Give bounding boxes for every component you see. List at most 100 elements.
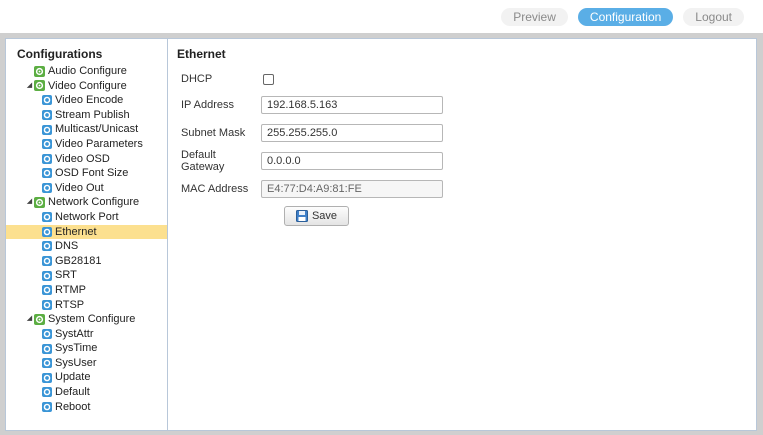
top-nav: Preview Configuration Logout (501, 8, 744, 26)
tree-item-ethernet[interactable]: Ethernet (6, 224, 167, 240)
save-button-label: Save (311, 210, 338, 222)
gateway-row: Default Gateway (181, 149, 443, 173)
subnet-mask-input[interactable] (261, 124, 443, 142)
tree-item-label: RTMP (55, 283, 86, 296)
tree-group-system-configure[interactable]: ◢ System Configure (6, 312, 167, 327)
main-frame: Configurations Audio Configure ◢ Video Con… (0, 33, 763, 435)
dhcp-label: DHCP (181, 73, 213, 85)
settings-icon (42, 358, 52, 369)
tree-item-systime[interactable]: SysTime (6, 341, 167, 356)
tree-item-label: GB28181 (55, 254, 102, 267)
nav-logout-button[interactable]: Logout (683, 8, 744, 26)
sidebar: Configurations Audio Configure ◢ Video Con… (6, 39, 168, 430)
tree-item-stream-publish[interactable]: Stream Publish (6, 108, 167, 123)
nav-configuration-button[interactable]: Configuration (577, 8, 674, 26)
tree-item-label: SysTime (55, 342, 98, 355)
tree-item-label: Update (55, 371, 91, 384)
settings-icon (42, 285, 52, 296)
settings-icon (42, 183, 52, 194)
tree-item-dns[interactable]: DNS (6, 239, 167, 254)
settings-icon (42, 256, 52, 267)
tree-item-label: SystAttr (55, 327, 94, 340)
ethernet-panel: Ethernet DHCP IP Address Subnet Mask Def… (169, 39, 756, 430)
tree-item-systattr[interactable]: SystAttr (6, 327, 167, 342)
tree-item-label: Default (55, 386, 90, 399)
gear-icon (34, 313, 45, 325)
tree-item-label: Network Port (55, 210, 119, 223)
settings-icon (42, 343, 52, 354)
gear-icon (34, 65, 45, 77)
tree-item-sysuser[interactable]: SysUser (6, 356, 167, 371)
tree-item-srt[interactable]: SRT (6, 268, 167, 283)
tree-group-audio-configure[interactable]: Audio Configure (6, 64, 167, 79)
config-tree: Audio Configure ◢ Video Configure Video Enc… (6, 64, 167, 414)
tree-item-rtsp[interactable]: RTSP (6, 298, 167, 313)
sidebar-title: Configurations (17, 47, 103, 61)
default-gateway-label: Default Gateway (181, 149, 225, 173)
mac-address-label: MAC Address (181, 183, 249, 195)
floppy-disk-icon (295, 210, 308, 222)
settings-icon (42, 270, 52, 281)
expand-arrow-icon[interactable]: ◢ (26, 312, 33, 327)
tree-group-video-configure[interactable]: ◢ Video Configure (6, 79, 167, 94)
ip-address-input[interactable] (261, 96, 443, 114)
settings-icon (42, 401, 52, 412)
settings-icon (42, 168, 52, 179)
settings-icon (42, 124, 52, 135)
tree-item-label: Ethernet (55, 225, 97, 238)
settings-icon (42, 139, 52, 150)
tree-item-video-out[interactable]: Video Out (6, 181, 167, 196)
tree-item-label: Video Out (55, 181, 104, 194)
settings-icon (42, 387, 52, 398)
expand-arrow-icon[interactable]: ◢ (26, 79, 33, 94)
tree-group-label: Video Configure (48, 79, 127, 92)
top-bar: Preview Configuration Logout (0, 0, 763, 33)
tree-item-reboot[interactable]: Reboot (6, 400, 167, 415)
settings-icon (42, 372, 52, 383)
tree-item-label: SysUser (55, 356, 97, 369)
tree-item-default[interactable]: Default (6, 385, 167, 400)
tree-group-label: Network Configure (48, 196, 140, 209)
expand-arrow-icon[interactable]: ◢ (26, 195, 33, 210)
tree-group-network-configure[interactable]: ◢ Network Configure (6, 195, 167, 210)
dhcp-row: DHCP (181, 69, 274, 89)
ip-row: IP Address (181, 95, 443, 115)
section-title: Ethernet (177, 47, 226, 61)
settings-icon (42, 328, 52, 339)
tree-item-update[interactable]: Update (6, 370, 167, 385)
tree-item-gb28181[interactable]: GB28181 (6, 254, 167, 269)
settings-icon (42, 110, 52, 121)
settings-icon (42, 212, 52, 223)
tree-item-label: Video Encode (55, 94, 124, 107)
tree-item-label: Video Parameters (55, 137, 143, 150)
nav-preview-button[interactable]: Preview (501, 8, 568, 26)
mac-row: MAC Address (181, 179, 443, 199)
tree-item-multicast-unicast[interactable]: Multicast/Unicast (6, 122, 167, 137)
gear-icon (34, 80, 45, 92)
tree-item-video-osd[interactable]: Video OSD (6, 152, 167, 167)
settings-icon (42, 226, 52, 237)
config-panel: Configurations Audio Configure ◢ Video Con… (5, 38, 757, 431)
tree-item-label: OSD Font Size (55, 167, 129, 180)
tree-item-label: Stream Publish (55, 108, 130, 121)
settings-icon (42, 299, 52, 310)
settings-icon (42, 241, 52, 252)
default-gateway-input[interactable] (261, 152, 443, 170)
tree-item-rtmp[interactable]: RTMP (6, 283, 167, 298)
tree-item-label: Video OSD (55, 152, 110, 165)
tree-item-label: DNS (55, 240, 79, 253)
tree-item-video-parameters[interactable]: Video Parameters (6, 137, 167, 152)
ip-address-label: IP Address (181, 99, 234, 111)
tree-item-video-encode[interactable]: Video Encode (6, 93, 167, 108)
tree-item-label: SRT (55, 269, 77, 282)
subnet-mask-label: Subnet Mask (181, 127, 246, 139)
settings-icon (42, 153, 52, 164)
tree-item-network-port[interactable]: Network Port (6, 210, 167, 225)
tree-item-label: Reboot (55, 400, 91, 413)
dhcp-checkbox[interactable] (263, 73, 274, 85)
tree-group-label: Audio Configure (48, 65, 127, 77)
tree-item-osd-font-size[interactable]: OSD Font Size (6, 166, 167, 181)
tree-group-label: System Configure (48, 313, 136, 326)
mac-address-input[interactable] (261, 180, 443, 198)
save-button[interactable]: Save (284, 206, 349, 226)
